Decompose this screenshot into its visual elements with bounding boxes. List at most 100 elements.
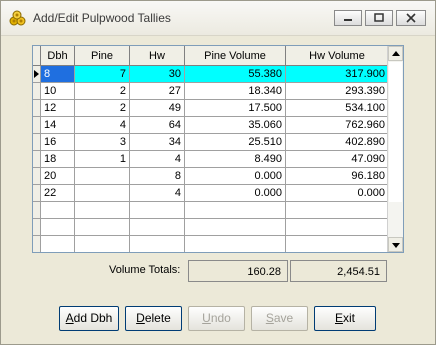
- cell-dbh[interactable]: 18: [41, 151, 75, 168]
- cell-pine-volume[interactable]: 18.340: [185, 83, 286, 100]
- cell-hw-volume[interactable]: 293.390: [286, 83, 389, 100]
- cell-hw[interactable]: 27: [130, 83, 185, 100]
- cell-pine[interactable]: 1: [75, 151, 130, 168]
- row-indicator[interactable]: [33, 100, 41, 117]
- cell-hw-volume[interactable]: 96.180: [286, 168, 389, 185]
- cell-pine-volume[interactable]: 55.380: [185, 66, 286, 83]
- row-indicator[interactable]: [33, 236, 41, 252]
- cell-dbh[interactable]: 16: [41, 134, 75, 151]
- grid-header: Dbh Pine Hw Pine Volume Hw Volume: [33, 46, 389, 66]
- cell-pine[interactable]: [75, 236, 130, 252]
- cell-hw-volume[interactable]: 402.890: [286, 134, 389, 151]
- row-indicator[interactable]: [33, 219, 41, 236]
- close-button[interactable]: [396, 10, 426, 26]
- column-header-pine[interactable]: Pine: [75, 46, 130, 66]
- maximize-button[interactable]: [365, 10, 393, 26]
- cell-hw[interactable]: [130, 202, 185, 219]
- row-indicator[interactable]: [33, 134, 41, 151]
- undo-button[interactable]: Undo: [188, 306, 245, 331]
- cell-hw[interactable]: 4: [130, 185, 185, 202]
- column-header-hw[interactable]: Hw: [130, 46, 185, 66]
- close-icon: [406, 13, 416, 23]
- title-bar[interactable]: Add/Edit Pulpwood Tallies: [1, 1, 435, 36]
- cell-dbh[interactable]: 12: [41, 100, 75, 117]
- minimize-button[interactable]: [334, 10, 362, 26]
- cell-hw-volume[interactable]: [286, 219, 389, 236]
- cell-hw[interactable]: 8: [130, 168, 185, 185]
- exit-label: xit: [343, 311, 355, 325]
- exit-button[interactable]: Exit: [314, 306, 376, 331]
- scroll-down-button[interactable]: [388, 237, 403, 252]
- save-mnemonic: S: [265, 311, 274, 325]
- row-indicator-header: [33, 46, 41, 66]
- cell-hw-volume[interactable]: 317.900: [286, 66, 389, 83]
- cell-hw[interactable]: 64: [130, 117, 185, 134]
- cell-pine[interactable]: 2: [75, 100, 130, 117]
- cell-dbh[interactable]: 10: [41, 83, 75, 100]
- cell-pine[interactable]: [75, 219, 130, 236]
- cell-dbh[interactable]: [41, 219, 75, 236]
- cell-hw[interactable]: [130, 219, 185, 236]
- column-header-hw-volume[interactable]: Hw Volume: [286, 46, 389, 66]
- cell-hw-volume[interactable]: [286, 202, 389, 219]
- tally-grid[interactable]: Dbh Pine Hw Pine Volume Hw Volume 8 7 30 55…: [32, 45, 404, 253]
- cell-hw[interactable]: [130, 236, 185, 252]
- hw-volume-total: 2,454.51: [290, 260, 387, 282]
- add-dbh-button[interactable]: Add Dbh: [59, 306, 119, 331]
- vertical-scrollbar[interactable]: [387, 46, 403, 252]
- cell-pine[interactable]: [75, 202, 130, 219]
- cell-dbh[interactable]: 20: [41, 168, 75, 185]
- cell-hw[interactable]: 34: [130, 134, 185, 151]
- cell-hw-volume[interactable]: 534.100: [286, 100, 389, 117]
- cell-hw-volume[interactable]: 47.090: [286, 151, 389, 168]
- delete-mnemonic: D: [136, 311, 145, 325]
- cell-pine-volume[interactable]: 35.060: [185, 117, 286, 134]
- cell-dbh[interactable]: [41, 202, 75, 219]
- save-button[interactable]: Save: [251, 306, 308, 331]
- cell-pine-volume[interactable]: 25.510: [185, 134, 286, 151]
- arrow-down-icon: [392, 243, 400, 248]
- cell-pine[interactable]: [75, 185, 130, 202]
- window-title: Add/Edit Pulpwood Tallies: [33, 11, 171, 25]
- row-indicator[interactable]: [33, 185, 41, 202]
- cell-pine-volume[interactable]: 17.500: [185, 100, 286, 117]
- cell-pine-volume[interactable]: [185, 202, 286, 219]
- cell-pine-volume[interactable]: 0.000: [185, 185, 286, 202]
- cell-pine-volume[interactable]: [185, 219, 286, 236]
- save-label: ave: [273, 311, 294, 325]
- column-header-pine-volume[interactable]: Pine Volume: [185, 46, 286, 66]
- cell-pine[interactable]: [75, 168, 130, 185]
- exit-mnemonic: E: [334, 311, 343, 325]
- add-dbh-mnemonic: A: [65, 311, 74, 325]
- cell-hw[interactable]: 4: [130, 151, 185, 168]
- cell-hw-volume[interactable]: 0.000: [286, 185, 389, 202]
- cell-pine[interactable]: 2: [75, 83, 130, 100]
- cell-hw[interactable]: 30: [130, 66, 185, 83]
- row-indicator[interactable]: [33, 66, 41, 83]
- cell-pine-volume[interactable]: 0.000: [185, 168, 286, 185]
- row-indicator[interactable]: [33, 168, 41, 185]
- cell-dbh[interactable]: 14: [41, 117, 75, 134]
- pine-volume-total: 160.28: [188, 260, 288, 282]
- cell-dbh[interactable]: [41, 236, 75, 252]
- volume-totals-label: Volume Totals:: [109, 264, 181, 276]
- wood-logs-icon: [9, 10, 26, 26]
- cell-hw-volume[interactable]: 762.960: [286, 117, 389, 134]
- cell-pine[interactable]: 7: [75, 66, 130, 83]
- cell-hw-volume[interactable]: [286, 236, 389, 252]
- scroll-up-button[interactable]: [388, 46, 403, 61]
- row-indicator[interactable]: [33, 202, 41, 219]
- cell-pine-volume[interactable]: 8.490: [185, 151, 286, 168]
- cell-dbh[interactable]: 22: [41, 185, 75, 202]
- cell-hw[interactable]: 49: [130, 100, 185, 117]
- cell-pine[interactable]: 3: [75, 134, 130, 151]
- cell-dbh[interactable]: 8: [41, 66, 75, 83]
- delete-button[interactable]: Delete: [125, 306, 182, 331]
- cell-pine[interactable]: 4: [75, 117, 130, 134]
- scroll-thumb[interactable]: [389, 62, 402, 202]
- row-indicator[interactable]: [33, 151, 41, 168]
- cell-pine-volume[interactable]: [185, 236, 286, 252]
- row-indicator[interactable]: [33, 83, 41, 100]
- row-indicator[interactable]: [33, 117, 41, 134]
- column-header-dbh[interactable]: Dbh: [41, 46, 75, 66]
